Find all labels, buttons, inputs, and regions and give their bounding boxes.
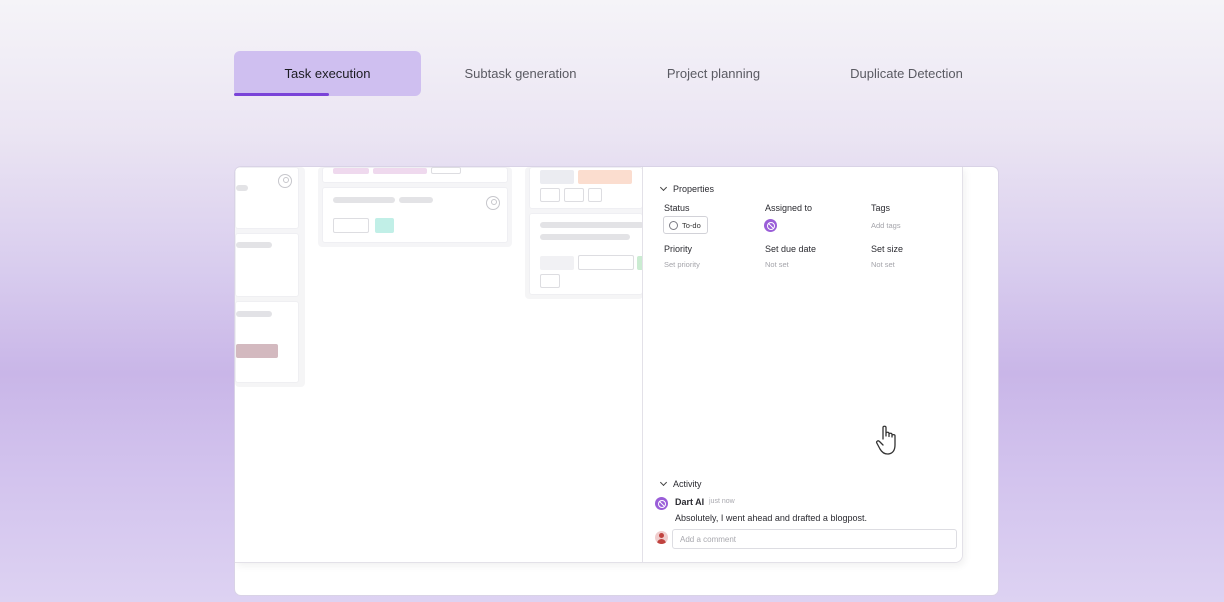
placeholder-bar — [399, 197, 433, 203]
comment-author: Dart AI — [675, 497, 705, 507]
board-column — [235, 167, 305, 387]
tab-progress-bar — [234, 93, 330, 96]
task-card — [529, 213, 645, 295]
user-icon — [486, 196, 500, 210]
placeholder-box — [540, 188, 560, 202]
placeholder-bar — [236, 311, 272, 317]
activity-section-toggle[interactable]: Activity — [659, 478, 702, 489]
placeholder-tag — [373, 168, 427, 174]
task-card — [235, 301, 299, 383]
chevron-down-icon — [659, 183, 668, 192]
placeholder-tag — [236, 344, 278, 358]
board-column — [318, 167, 512, 247]
placeholder-bar — [333, 197, 395, 203]
placeholder-bar — [540, 222, 644, 228]
tab-task-execution[interactable]: Task execution — [234, 51, 421, 96]
properties-section-toggle[interactable]: Properties — [659, 183, 715, 194]
tab-label: Duplicate Detection — [850, 66, 963, 81]
demo-frame: Properties Status To-do Assigned to Tags… — [234, 166, 999, 596]
placeholder-box — [540, 274, 560, 288]
size-label: Set size — [871, 244, 904, 254]
task-card — [529, 167, 643, 209]
app-window: Properties Status To-do Assigned to Tags… — [235, 167, 963, 563]
placeholder-bar — [236, 185, 248, 191]
placeholder-box — [578, 255, 634, 270]
placeholder-bar — [236, 242, 272, 248]
user-icon — [278, 174, 292, 188]
placeholder-bar — [540, 234, 630, 240]
placeholder-tag — [540, 170, 574, 184]
priority-label: Priority — [664, 244, 693, 254]
tags-input[interactable]: Add tags — [871, 221, 901, 230]
current-user-avatar — [655, 531, 668, 544]
placeholder-box — [564, 188, 584, 202]
priority-select[interactable]: Set priority — [664, 260, 700, 269]
task-board-background — [235, 167, 645, 562]
tab-label: Task execution — [284, 66, 371, 81]
task-card — [235, 167, 299, 229]
placeholder-tag — [540, 256, 574, 270]
todo-status-icon — [669, 220, 678, 230]
assigned-label: Assigned to — [765, 203, 813, 213]
status-value: To-do — [682, 220, 701, 230]
dart-ai-avatar — [655, 497, 668, 510]
task-detail-panel: Properties Status To-do Assigned to Tags… — [642, 167, 962, 562]
placeholder-box — [588, 188, 602, 202]
placeholder-tag — [375, 218, 394, 233]
comment-text: Absolutely, I went ahead and drafted a b… — [675, 513, 867, 523]
status-dropdown[interactable]: To-do — [663, 216, 708, 234]
hand-pointer-icon — [875, 425, 896, 455]
comment-input[interactable]: Add a comment — [672, 529, 957, 549]
placeholder-box — [333, 218, 369, 233]
status-label: Status — [664, 203, 690, 213]
task-card — [322, 167, 508, 183]
tags-label: Tags — [871, 203, 891, 213]
tab-duplicate-detection[interactable]: Duplicate Detection — [813, 51, 1000, 96]
task-card — [322, 187, 508, 243]
board-column — [525, 167, 645, 299]
task-card — [235, 233, 299, 297]
tab-subtask-generation[interactable]: Subtask generation — [427, 51, 614, 96]
tab-label: Subtask generation — [464, 66, 577, 81]
feature-tabs: Task execution Subtask generation Projec… — [234, 51, 1006, 96]
due-date-select[interactable]: Not set — [765, 260, 789, 269]
assignee-avatar[interactable] — [764, 219, 777, 232]
size-select[interactable]: Not set — [871, 260, 895, 269]
placeholder-tag — [578, 170, 632, 184]
placeholder-box — [431, 167, 461, 174]
comment-timestamp: just now — [709, 498, 735, 505]
tab-project-planning[interactable]: Project planning — [620, 51, 807, 96]
placeholder-tag — [333, 168, 369, 174]
activity-heading: Activity — [673, 479, 702, 489]
tab-label: Project planning — [666, 66, 761, 81]
chevron-down-icon — [659, 478, 668, 487]
due-date-label: Set due date — [765, 244, 817, 254]
properties-heading: Properties — [673, 184, 715, 194]
